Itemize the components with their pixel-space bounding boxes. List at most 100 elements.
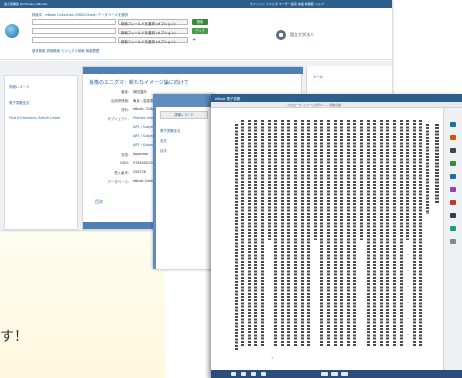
text-column	[419, 120, 423, 346]
text-column	[320, 120, 324, 346]
page-view-icon[interactable]	[241, 372, 246, 376]
viewer-side-toolbar	[443, 108, 462, 370]
text-column	[287, 120, 291, 346]
left-panel: 詳細レコード 電子書籍全文 Find It Electronic Article…	[4, 75, 78, 230]
field-key: サブジェクト:	[107, 117, 130, 121]
page-number: 1	[271, 356, 274, 360]
zoom-in-icon[interactable]	[251, 372, 256, 376]
add-row-button[interactable]: +	[192, 37, 196, 43]
text-column	[300, 120, 304, 346]
back-arrow-icon[interactable]	[321, 372, 328, 376]
search-input-1[interactable]	[32, 19, 116, 25]
book-page	[221, 114, 439, 366]
text-column	[340, 120, 344, 346]
text-column	[234, 124, 238, 350]
record-title: 肖像のエニグマ：新たなイメージ論に向けて	[89, 80, 189, 86]
page-indicator-icon[interactable]	[331, 372, 338, 376]
text-column	[360, 120, 363, 240]
viewer-toolbar: プロローグ イメージの行へ --- 肖像の謎	[211, 102, 462, 108]
prev-page-icon[interactable]	[231, 372, 236, 376]
text-column	[280, 120, 284, 346]
field-value: 258726	[133, 170, 146, 174]
full-text-icon[interactable]	[450, 122, 456, 127]
text-column	[379, 120, 383, 346]
text-column	[307, 120, 311, 346]
cite-icon[interactable]	[450, 174, 456, 179]
zoom-out-icon[interactable]	[261, 372, 266, 376]
viewer-title: eBook 電子書籍	[215, 97, 241, 101]
toc-toggle[interactable]: 目次	[95, 199, 103, 205]
search-header: 検索中 - eBook Collection (EBSCOhost) データベー…	[0, 8, 392, 60]
viewer-topbar: eBook 電子書籍	[211, 94, 462, 102]
email-icon[interactable]	[450, 148, 456, 153]
search-mode-links[interactable]: 基本検索 詳細検索 ビジュアル検索 検索履歴	[32, 48, 99, 53]
text-column	[373, 120, 377, 346]
viewer-bottom-toolbar	[211, 370, 462, 378]
search-database-label[interactable]: 検索中 - eBook Collection (EBSCOhost) データベー…	[32, 12, 128, 17]
mid-link-ebook[interactable]: 電子書籍全文	[160, 128, 180, 133]
search-input-3[interactable]	[32, 37, 116, 43]
caption-text: す！	[0, 329, 28, 345]
note-icon[interactable]	[450, 200, 456, 205]
viewer-page-header: プロローグ イメージの行へ --- 肖像の謎	[287, 103, 342, 107]
back-topbar-title: 電子図書館 Dictionary eBooks	[4, 2, 48, 6]
field-key: 受入番号:	[114, 171, 129, 175]
folder-icon[interactable]	[450, 213, 456, 218]
text-column	[327, 120, 330, 346]
field-select-1[interactable]: 検索フィールドを選択 (オプション)	[118, 19, 188, 26]
save-icon[interactable]	[450, 161, 456, 166]
field-key: ISBN:	[119, 161, 129, 165]
left-item-linker[interactable]: Find It Electronic Article Linker	[9, 116, 73, 120]
tools-label: ツール	[313, 75, 324, 79]
text-column	[406, 120, 410, 240]
clear-button[interactable]: クリア	[192, 28, 208, 34]
text-column	[274, 120, 278, 346]
print-icon[interactable]	[450, 135, 456, 140]
field-select-2[interactable]: 検索フィールドを選択 (オプション)	[118, 28, 188, 35]
link-icon[interactable]	[450, 226, 456, 231]
search-button[interactable]: 検索	[192, 19, 208, 25]
left-item-detail[interactable]: 詳細レコード	[9, 84, 29, 89]
ebsco-logo	[5, 24, 19, 38]
back-topbar: 電子図書館 Dictionary eBooks サインイン フォルダ ユーザー設…	[0, 0, 392, 8]
text-column	[247, 120, 251, 346]
text-column	[294, 120, 297, 346]
export-icon[interactable]	[450, 187, 456, 192]
field-value: 岡田温司	[133, 90, 147, 94]
text-column	[399, 120, 403, 346]
text-column	[254, 120, 258, 346]
text-column	[333, 120, 337, 346]
chapter-heading	[435, 124, 439, 204]
field-select-3[interactable]: 検索フィールドを選択 (オプション)	[118, 37, 188, 44]
field-key: 言語:	[121, 153, 129, 157]
text-column	[412, 120, 416, 346]
back-topbar-menu[interactable]: サインイン フォルダ ユーザー設定 言語 新機能 ヘルプ	[250, 2, 324, 6]
mid-link-toc[interactable]: 目次	[160, 148, 167, 153]
field-key: 著者:	[121, 90, 129, 94]
forward-arrow-icon[interactable]	[341, 372, 348, 376]
detail-record-button[interactable]: 詳細レコード	[160, 111, 208, 119]
search-input-2[interactable]	[32, 28, 116, 34]
text-column	[241, 120, 245, 346]
text-column	[346, 120, 350, 346]
record-toolbar	[83, 67, 303, 74]
text-column	[393, 120, 396, 346]
university-name: 国立大学法人	[290, 32, 314, 37]
field-key: 資料:	[121, 108, 129, 112]
text-column	[426, 124, 429, 214]
field-key: 出版物情報:	[110, 99, 129, 103]
ebook-viewer-window: eBook 電子書籍 プロローグ イメージの行へ --- 肖像の謎 1	[211, 94, 462, 378]
dictionary-icon[interactable]	[450, 239, 456, 244]
background-strip	[0, 232, 165, 378]
text-column	[267, 120, 271, 240]
text-column	[313, 120, 317, 240]
field-value: Japanese	[133, 152, 149, 156]
left-item-ebook-fulltext[interactable]: 電子書籍全文	[9, 100, 29, 105]
text-column	[353, 120, 357, 346]
mid-link-fulltext[interactable]: 全文	[160, 138, 167, 143]
text-column	[261, 120, 264, 346]
text-column	[366, 120, 370, 346]
text-column	[386, 120, 390, 346]
university-logo	[276, 30, 286, 40]
field-key: データベース:	[107, 180, 129, 184]
